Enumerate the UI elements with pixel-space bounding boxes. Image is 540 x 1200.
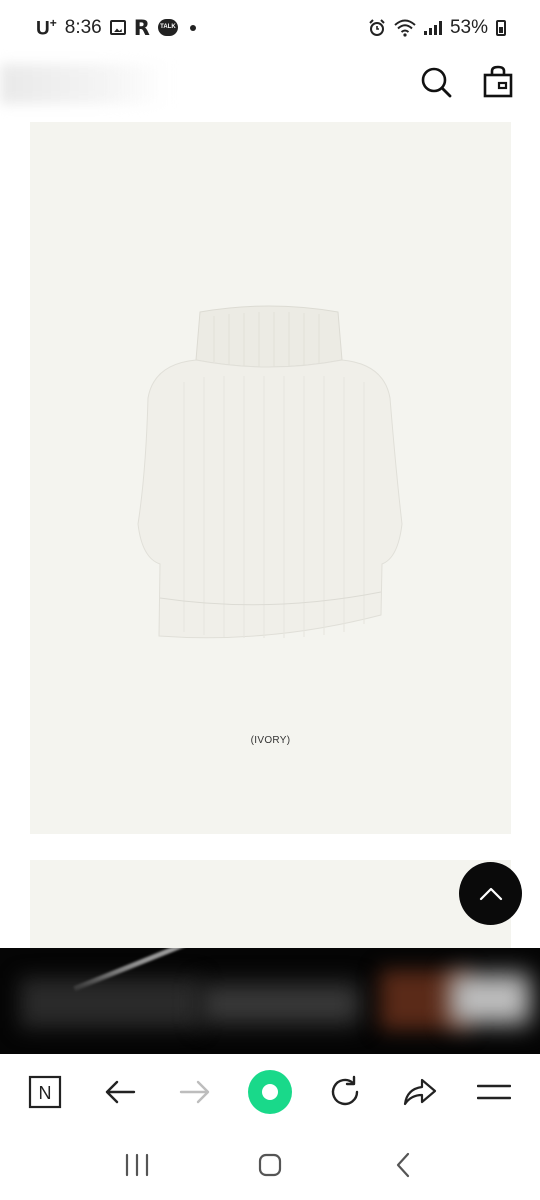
status-left: U+ 8:36 R TALK bbox=[36, 16, 196, 40]
r-app-notification-icon: R bbox=[133, 15, 150, 40]
variant-label: (IVORY) bbox=[250, 735, 291, 746]
clock: 8:36 bbox=[64, 16, 102, 38]
signal-icon bbox=[423, 21, 442, 35]
battery-percent: 53% bbox=[449, 17, 488, 38]
back-arrow-icon[interactable] bbox=[90, 1062, 150, 1122]
status-bar: U+ 8:36 R TALK 53% bbox=[0, 0, 540, 56]
recent-apps-icon[interactable] bbox=[107, 1135, 167, 1195]
status-right: 53% bbox=[368, 17, 506, 39]
menu-icon[interactable] bbox=[464, 1062, 524, 1122]
gallery-notification-icon bbox=[109, 20, 126, 36]
more-notifications-icon bbox=[189, 24, 196, 31]
svg-text:N: N bbox=[39, 1083, 52, 1103]
share-icon[interactable] bbox=[390, 1062, 450, 1122]
chevron-up-icon bbox=[479, 887, 502, 900]
android-navigation-bar bbox=[0, 1130, 540, 1200]
forward-arrow-icon[interactable] bbox=[165, 1062, 225, 1122]
ivory-knit-vest-image bbox=[137, 305, 403, 639]
battery-icon bbox=[496, 20, 506, 36]
carrier-label: U+ bbox=[36, 15, 57, 40]
promo-banner[interactable] bbox=[0, 948, 540, 1054]
product-image[interactable]: (IVORY) bbox=[30, 122, 511, 834]
site-logo[interactable] bbox=[0, 64, 170, 104]
back-icon[interactable] bbox=[373, 1135, 433, 1195]
search-icon[interactable] bbox=[418, 64, 454, 100]
talk-notification-icon: TALK bbox=[157, 19, 178, 37]
home-icon[interactable] bbox=[240, 1062, 300, 1122]
site-header bbox=[0, 56, 540, 116]
refresh-icon[interactable] bbox=[315, 1062, 375, 1122]
browser-toolbar: N bbox=[0, 1054, 540, 1130]
wifi-icon bbox=[394, 19, 416, 37]
home-button-icon[interactable] bbox=[240, 1135, 300, 1195]
product-image-2[interactable] bbox=[30, 860, 511, 950]
scroll-to-top-button[interactable] bbox=[459, 862, 522, 925]
alarm-icon bbox=[369, 19, 385, 36]
shopping-bag-icon[interactable] bbox=[480, 64, 516, 100]
n-logo-icon[interactable]: N bbox=[15, 1062, 75, 1122]
